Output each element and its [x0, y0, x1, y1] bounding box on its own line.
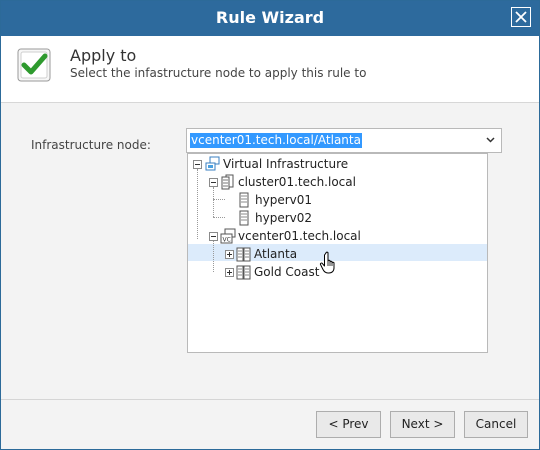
tree-item-label: Gold Coast — [254, 265, 320, 279]
cancel-button[interactable]: Cancel — [464, 411, 528, 438]
datacenter-icon — [236, 265, 251, 280]
collapse-toggle[interactable] — [209, 178, 218, 187]
title-bar: Rule Wizard — [1, 1, 539, 36]
cluster-icon — [221, 174, 234, 190]
expand-toggle[interactable] — [225, 250, 234, 259]
tree-item-hyperv02[interactable]: hyperv02 — [188, 209, 487, 227]
collapse-toggle[interactable] — [209, 232, 218, 241]
page-subtitle: Select the infastructure node to apply t… — [70, 66, 367, 80]
tree-item-label: vcenter01.tech.local — [238, 229, 361, 243]
tree-item-cluster01[interactable]: cluster01.tech.local — [188, 173, 487, 191]
footer-separator — [1, 399, 539, 400]
svg-text:VC: VC — [223, 237, 231, 244]
wizard-header: Apply to Select the infastructure node t… — [1, 36, 539, 103]
collapse-toggle[interactable] — [193, 160, 202, 169]
combobox-value[interactable]: vcenter01.tech.local/Atlanta — [190, 133, 362, 148]
prev-button[interactable]: < Prev — [316, 411, 381, 438]
close-button[interactable] — [511, 7, 531, 27]
tree-item-vcenter01[interactable]: VC vcenter01.tech.local — [188, 227, 487, 245]
vcenter-icon: VC — [220, 228, 236, 244]
window-title: Rule Wizard — [215, 8, 325, 27]
datacenter-icon — [236, 247, 251, 262]
tree-item-label: hyperv02 — [255, 211, 313, 225]
chevron-down-icon[interactable] — [486, 137, 495, 143]
tree-item-label: hyperv01 — [255, 193, 313, 207]
page-title: Apply to — [70, 46, 137, 65]
tree-item-hyperv01[interactable]: hyperv01 — [188, 191, 487, 209]
tree-item-virtual-infrastructure[interactable]: Virtual Infrastructure — [188, 155, 487, 173]
hand-pointer-cursor-icon — [319, 251, 335, 274]
server-icon — [239, 210, 249, 226]
check-icon — [17, 48, 51, 82]
infrastructure-node-combobox[interactable]: vcenter01.tech.local/Atlanta — [186, 128, 502, 153]
virtual-infrastructure-icon — [205, 156, 220, 171]
tree-item-label: cluster01.tech.local — [238, 175, 356, 189]
server-icon — [239, 192, 249, 208]
expand-toggle[interactable] — [225, 268, 234, 277]
next-button[interactable]: Next > — [390, 411, 455, 438]
infrastructure-node-label: Infrastructure node: — [31, 138, 151, 152]
close-icon — [515, 11, 527, 23]
tree-item-label: Virtual Infrastructure — [223, 157, 349, 171]
tree-item-label: Atlanta — [254, 247, 298, 261]
rule-wizard-window: Rule Wizard Apply to Select the infastru… — [0, 0, 540, 450]
